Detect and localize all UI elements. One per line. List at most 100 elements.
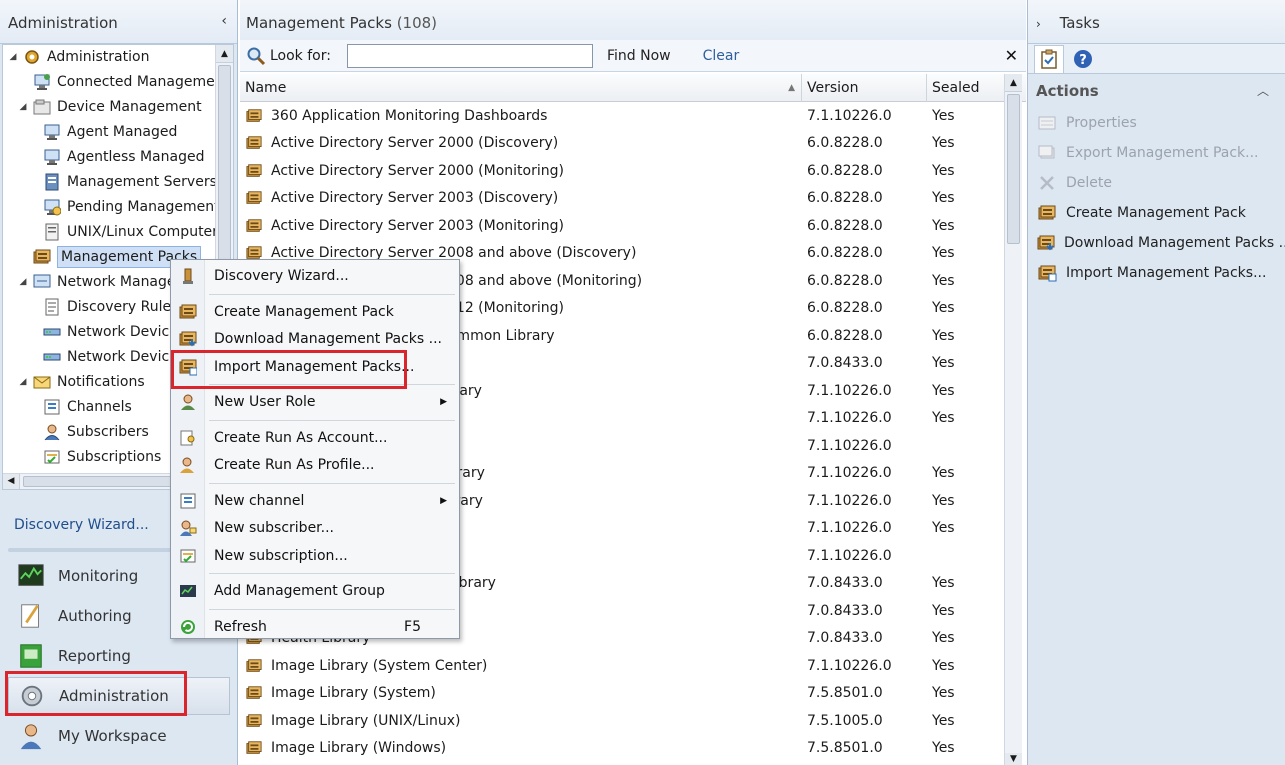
table-row[interactable]: Image Library (UNIX/Linux) 7.5.1005.0 Yes: [240, 707, 1026, 735]
tree-item[interactable]: Management Servers: [27, 170, 217, 194]
subscription-icon: [43, 448, 61, 466]
menu-item-new-user-role[interactable]: New User Role ▶: [171, 389, 459, 415]
tree-item[interactable]: Connected Management: [17, 70, 229, 94]
table-row[interactable]: Active Directory Server 2000 (Monitoring…: [240, 157, 1026, 185]
menu-item-download-management-packs[interactable]: Download Management Packs ...: [171, 326, 459, 352]
expand-chevron-icon[interactable]: ›: [1036, 17, 1041, 31]
navigation-title: Administration: [8, 14, 118, 32]
tree-item[interactable]: Network Devices: [27, 345, 185, 369]
menu-item-new-channel[interactable]: New channel ▶: [171, 488, 459, 514]
computer-icon: [43, 123, 61, 141]
expand-arrow-icon[interactable]: ◢: [7, 45, 19, 69]
tree-item[interactable]: Agent Managed: [27, 120, 177, 144]
network-icon: [33, 273, 51, 291]
cell-name: Image Library (Windows): [240, 740, 802, 756]
menu-item-import-management-packs[interactable]: Import Management Packs...: [171, 354, 459, 380]
action-export-management-pack[interactable]: Export Management Pack...: [1028, 138, 1285, 168]
menu-item-new-subscriber[interactable]: New subscriber...: [171, 515, 459, 541]
table-row[interactable]: Image Library (Windows) 7.5.8501.0 Yes: [240, 735, 1026, 763]
menu-item-add-management-group[interactable]: Add Management Group: [171, 578, 459, 604]
action-create-management-pack[interactable]: Create Management Pack: [1028, 198, 1285, 228]
tree-item[interactable]: ◢ Device Management: [17, 95, 202, 119]
scroll-left-button[interactable]: ◀: [3, 474, 20, 489]
tree-item[interactable]: ◢ Administration: [7, 45, 150, 69]
tab-tasks[interactable]: [1034, 44, 1064, 73]
table-row[interactable]: Image Library (System) 7.5.8501.0 Yes: [240, 680, 1026, 708]
menu-item-discovery-wizard[interactable]: Discovery Wizard...: [171, 263, 459, 289]
action-label: Delete: [1066, 175, 1112, 191]
cell-sealed: Yes: [932, 602, 955, 619]
discovery-wizard-link[interactable]: Discovery Wizard...: [14, 517, 149, 533]
table-row[interactable]: Active Directory Server 2000 (Discovery)…: [240, 130, 1026, 158]
wunderbar-reporting[interactable]: Reporting: [8, 637, 230, 675]
tree-item[interactable]: Channels: [27, 395, 132, 419]
wunderbar-administration[interactable]: Administration: [8, 677, 230, 715]
menu-item-create-run-as-account[interactable]: Create Run As Account...: [171, 425, 459, 451]
scroll-down-button[interactable]: ▼: [1005, 753, 1022, 765]
cell-version: 7.5.8501.0: [807, 685, 883, 702]
expand-arrow-icon[interactable]: ◢: [17, 370, 29, 394]
tree-item-label: Connected Management: [57, 74, 230, 90]
cell-sealed: Yes: [932, 217, 955, 234]
grid-vertical-scrollbar[interactable]: ▲ ▼: [1004, 74, 1022, 765]
wunderbar-my-workspace[interactable]: My Workspace: [8, 717, 230, 755]
cell-sealed: Yes: [932, 162, 955, 179]
user-icon: [43, 423, 61, 441]
column-header-name[interactable]: Name ▲: [240, 74, 802, 102]
menu-item-create-management-pack[interactable]: Create Management Pack: [171, 299, 459, 325]
collapse-pane-button[interactable]: ‹: [221, 13, 227, 29]
scroll-thumb[interactable]: [23, 476, 173, 487]
tree-item[interactable]: Subscribers: [27, 420, 149, 444]
close-icon[interactable]: ✕: [1005, 46, 1018, 65]
management-pack-icon: [245, 108, 263, 124]
action-download-management-packs[interactable]: Download Management Packs ...: [1028, 228, 1285, 258]
scroll-thumb[interactable]: [1007, 94, 1020, 244]
refresh-icon: [171, 614, 205, 640]
action-import-management-packs[interactable]: Import Management Packs...: [1028, 258, 1285, 288]
tree-item[interactable]: UNIX/Linux Computers: [27, 220, 225, 244]
svg-text:?: ?: [1079, 53, 1087, 68]
table-row[interactable]: 360 Application Monitoring Dashboards 7.1…: [240, 102, 1026, 130]
menu-item-label: Create Run As Profile...: [214, 457, 375, 473]
menu-item-refresh[interactable]: Refresh F5: [171, 614, 459, 640]
menu-item-create-run-as-profile[interactable]: Create Run As Profile...: [171, 452, 459, 478]
tab-help[interactable]: ?: [1068, 45, 1098, 73]
results-header: Management Packs (108): [240, 0, 1026, 44]
channel-icon: [171, 488, 205, 514]
tree-item[interactable]: Network Devices: [27, 320, 185, 344]
action-delete[interactable]: Delete: [1028, 168, 1285, 198]
expand-arrow-icon[interactable]: ◢: [17, 95, 29, 119]
cell-sealed: Yes: [932, 492, 955, 509]
table-row[interactable]: Active Directory Server 2003 (Discovery)…: [240, 185, 1026, 213]
look-for-input[interactable]: [346, 43, 593, 68]
scroll-up-button[interactable]: ▲: [1005, 74, 1022, 92]
column-header-version[interactable]: Version: [802, 74, 927, 102]
action-properties[interactable]: Properties: [1028, 108, 1285, 138]
tree-item[interactable]: Agentless Managed: [27, 145, 204, 169]
scroll-up-button[interactable]: ▲: [216, 45, 233, 63]
table-row[interactable]: Image Library (System Center) 7.1.10226.0…: [240, 652, 1026, 680]
cell-sealed: Yes: [932, 245, 955, 262]
cell-version: 7.5.8501.0: [807, 740, 883, 757]
menu-item-new-subscription[interactable]: New subscription...: [171, 543, 459, 569]
actions-section-header[interactable]: Actions ︿: [1028, 74, 1285, 108]
clipboard-icon: [1041, 49, 1057, 69]
results-title: Management Packs: [246, 14, 392, 32]
action-label: Import Management Packs...: [1066, 265, 1267, 281]
tree-item[interactable]: Pending Management: [27, 195, 220, 219]
cell-sealed: Yes: [932, 520, 955, 537]
reporting-icon: [16, 641, 46, 671]
clear-button[interactable]: Clear: [703, 48, 740, 64]
column-header-sealed[interactable]: Sealed: [927, 74, 1005, 102]
table-row[interactable]: Active Directory Server 2003 (Monitoring…: [240, 212, 1026, 240]
tree-item[interactable]: Discovery Rules: [27, 295, 178, 319]
tree-item[interactable]: Subscriptions: [27, 445, 161, 469]
cell-version: 6.0.8228.0: [807, 272, 883, 289]
look-for-bar: Look for: Find Now Clear ✕: [240, 40, 1026, 72]
tree-item[interactable]: ◢ Notifications: [17, 370, 145, 394]
collapse-section-icon[interactable]: ︿: [1257, 82, 1269, 99]
scroll-thumb[interactable]: [218, 65, 231, 265]
cell-name: Active Directory Server 2000 (Discovery): [240, 135, 802, 151]
expand-arrow-icon[interactable]: ◢: [17, 270, 29, 294]
find-now-button[interactable]: Find Now: [607, 48, 671, 64]
